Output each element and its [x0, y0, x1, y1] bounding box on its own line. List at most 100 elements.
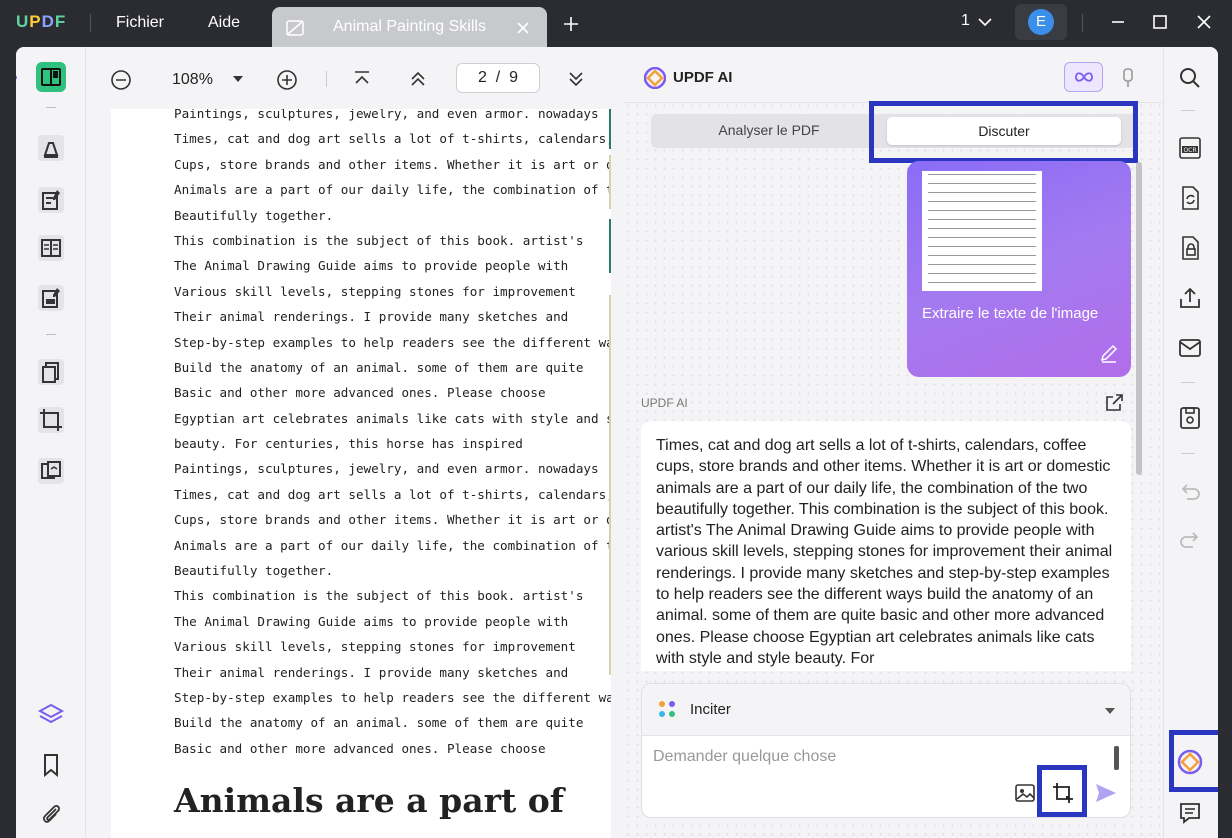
undo-icon[interactable] [1177, 479, 1203, 505]
reader-icon [41, 68, 61, 86]
user-avatar-button[interactable]: E [1015, 4, 1067, 40]
page-separator: / [491, 69, 505, 86]
reader-button[interactable] [36, 62, 66, 92]
minimize-icon[interactable] [1110, 14, 1126, 30]
menu-aide[interactable]: Aide [208, 14, 240, 32]
bookmark-icon [44, 754, 58, 778]
right-divider-2 [1181, 382, 1195, 383]
attachment-icon [43, 805, 60, 823]
page-text-line: Their animal renderings. I provide many … [174, 309, 569, 325]
close-tab-icon[interactable] [512, 17, 534, 39]
page-text-line: Build the anatomy of an animal. some of … [174, 715, 584, 731]
send-icon[interactable] [1094, 781, 1118, 805]
tab-analyze-pdf[interactable]: Analyser le PDF [651, 122, 887, 138]
email-icon[interactable] [1177, 335, 1203, 361]
page-text-line: Times, cat and dog art sells a lot of t-… [174, 131, 611, 147]
layers-button[interactable] [36, 699, 66, 729]
ask-input[interactable] [653, 748, 1093, 766]
open-external-icon[interactable] [1104, 393, 1124, 413]
right-divider [1181, 110, 1195, 111]
chevron-down-icon[interactable] [977, 16, 993, 28]
page-edge-marker [609, 295, 611, 675]
main-window: 108% 2 / 9 Paintings, sculptures, jewelr… [16, 47, 1218, 838]
user-message-bubble: Extraire le texte de l'image [907, 161, 1131, 377]
svg-text:OCR: OCR [1183, 147, 1196, 154]
convert-icon[interactable] [1177, 185, 1203, 211]
page-text-line: Times, cat and dog art sells a lot of t-… [174, 486, 611, 502]
search-icon[interactable] [1177, 65, 1203, 91]
window-count[interactable]: 1 [961, 12, 970, 30]
zoom-out-icon[interactable] [110, 69, 132, 91]
comment-icon [38, 135, 64, 161]
save-icon[interactable] [1177, 405, 1203, 431]
right-sidebar: OCR [1163, 47, 1218, 838]
highlight-box-chat-tab [869, 101, 1138, 163]
page-number-field[interactable]: 2 / 9 [456, 63, 540, 93]
page-text-line: Paintings, sculptures, jewelry, and even… [174, 109, 599, 121]
chat-scrollbar[interactable] [1136, 162, 1142, 475]
zoom-dropdown-icon[interactable] [232, 74, 244, 84]
compare-icon [38, 458, 64, 484]
previous-page-icon[interactable] [408, 69, 428, 89]
next-page-icon[interactable] [566, 69, 586, 89]
new-tab-icon[interactable] [562, 15, 580, 33]
avatar: E [1028, 9, 1054, 35]
page-text-line: Animals are a part of our daily life, th… [174, 182, 611, 198]
close-window-icon[interactable] [1196, 14, 1212, 30]
title-divider [90, 14, 91, 32]
edit-button[interactable] [36, 185, 66, 215]
prompt-label: Inciter [690, 701, 731, 718]
bookmark-button[interactable] [36, 750, 66, 780]
right-divider-3 [1181, 453, 1195, 454]
document-tab[interactable]: Animal Painting Skills [272, 7, 547, 47]
page-text-line: Basic and other more advanced ones. Plea… [174, 740, 546, 756]
page-text-line: The Animal Drawing Guide aims to provide… [174, 258, 569, 274]
pin-icon[interactable] [1120, 67, 1136, 89]
app-logo: UPDF [16, 12, 67, 31]
sidebar-divider-2 [46, 334, 56, 335]
page-text-line: Build the anatomy of an animal. some of … [174, 359, 584, 375]
page-text-line: Various skill levels, stepping stones fo… [174, 639, 576, 655]
highlight-box-ai-button [1169, 730, 1218, 792]
title-bar: UPDF Fichier Aide Animal Painting Skills… [0, 0, 1232, 47]
prompt-selector[interactable]: Inciter [642, 684, 1130, 736]
attachment-button[interactable] [36, 799, 66, 829]
comment-button[interactable] [36, 133, 66, 163]
page-edge-marker [609, 109, 611, 149]
title-divider-2 [1082, 14, 1083, 32]
document-toolbar: 108% 2 / 9 [86, 47, 624, 109]
toolbar-divider [326, 71, 327, 87]
page-text-line: Step-by-step examples to help readers se… [174, 334, 611, 350]
protect-icon[interactable] [1177, 235, 1203, 261]
compare-button[interactable] [36, 456, 66, 486]
edit-message-icon[interactable] [1099, 343, 1119, 363]
page-text-line: beauty. For centuries, this horse has in… [174, 436, 523, 452]
image-upload-icon[interactable] [1014, 782, 1036, 804]
ai-credits-button[interactable] [1064, 62, 1103, 92]
page-edge-marker [609, 219, 611, 273]
maximize-icon[interactable] [1152, 14, 1168, 30]
organize-pages-button[interactable] [36, 357, 66, 387]
share-icon[interactable] [1177, 285, 1203, 311]
ai-panel: UPDF AI Analyser le PDF Discuter Extrair… [624, 47, 1163, 838]
menu-fichier[interactable]: Fichier [116, 14, 164, 32]
ai-response-bubble: Times, cat and dog art sells a lot of t-… [641, 421, 1131, 671]
ocr-icon[interactable]: OCR [1177, 135, 1203, 161]
attached-image-thumbnail[interactable] [922, 171, 1042, 291]
fill-sign-button[interactable] [36, 283, 66, 313]
prompt-dropdown-icon [1105, 708, 1115, 714]
pdf-page: Paintings, sculptures, jewelry, and even… [111, 109, 611, 838]
highlight-box-screenshot [1037, 765, 1087, 817]
page-layout-button[interactable] [36, 233, 66, 263]
layers-icon [37, 703, 65, 724]
first-page-icon[interactable] [352, 69, 372, 89]
page-text-line: Cups, store brands and other items. Whet… [174, 512, 611, 528]
crop-button[interactable] [36, 405, 66, 435]
comments-list-icon[interactable] [1177, 800, 1203, 826]
zoom-level[interactable]: 108% [172, 71, 213, 89]
zoom-in-icon[interactable] [276, 69, 298, 91]
page-text-line: This combination is the subject of this … [174, 232, 584, 248]
document-viewer[interactable]: Paintings, sculptures, jewelry, and even… [86, 109, 624, 838]
redo-icon[interactable] [1177, 527, 1203, 553]
document-tab-title: Animal Painting Skills [333, 18, 486, 35]
